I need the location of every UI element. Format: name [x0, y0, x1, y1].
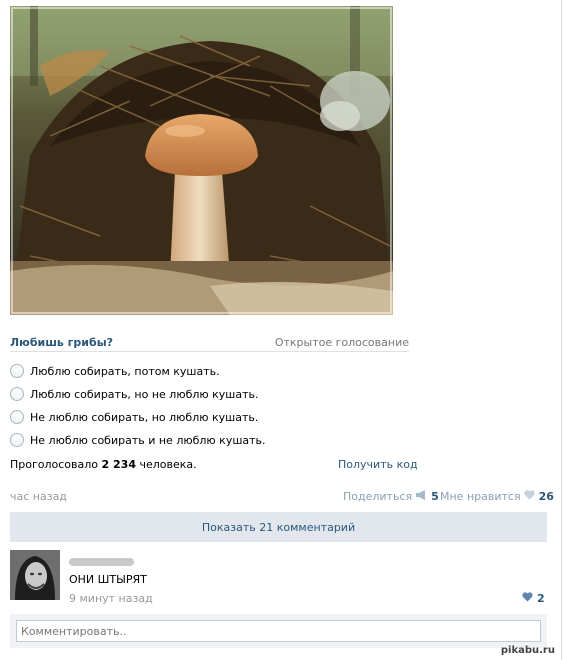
show-comments-button[interactable]: Показать 21 комментарий: [10, 512, 547, 542]
share-count: 5: [431, 490, 439, 503]
like-button[interactable]: Мне нравится 26: [440, 490, 554, 503]
comment-form: [10, 614, 547, 648]
voted-suffix: человека.: [139, 458, 197, 471]
poll-option-label: Не люблю собирать и не люблю кушать.: [30, 433, 266, 447]
mushroom-photo: [10, 6, 393, 315]
divider: [561, 0, 562, 660]
poll-header: Любишь грибы? Открытое голосование: [10, 335, 409, 352]
poll-option-label: Люблю собирать, потом кушать.: [30, 364, 220, 378]
post-time[interactable]: час назад: [10, 490, 67, 503]
watermark: pikabu.ru: [500, 645, 555, 656]
voted-number: 2 234: [101, 458, 136, 471]
like-label: Мне нравится: [440, 490, 521, 503]
radio-button[interactable]: [10, 433, 24, 447]
poll-option-4[interactable]: Не люблю собирать и не люблю кушать.: [10, 431, 266, 449]
megaphone-icon: [415, 490, 427, 503]
comment-input[interactable]: [16, 620, 541, 642]
poll-option-label: Люблю собирать, но не люблю кушать.: [30, 387, 259, 401]
poll-option-label: Не люблю собирать, но люблю кушать.: [30, 410, 259, 424]
voted-prefix: Проголосовало: [10, 458, 99, 471]
heart-icon: [522, 592, 533, 605]
share-button[interactable]: Поделиться 5: [343, 490, 439, 503]
poll-option-3[interactable]: Не люблю собирать, но люблю кушать.: [10, 408, 258, 426]
radio-button[interactable]: [10, 387, 24, 401]
like-count: 26: [538, 490, 554, 503]
radio-button[interactable]: [10, 364, 24, 378]
post-image[interactable]: [10, 6, 393, 315]
radio-button[interactable]: [10, 410, 24, 424]
poll-type-label: Открытое голосование: [274, 336, 409, 349]
comment-time[interactable]: 9 минут назад: [69, 592, 153, 605]
share-label: Поделиться: [343, 490, 413, 503]
poll-option-2[interactable]: Люблю собирать, но не люблю кушать.: [10, 385, 259, 403]
comment-text: ОНИ ШТЫРЯТ: [69, 573, 147, 586]
poll-option-1[interactable]: Люблю собирать, потом кушать.: [10, 362, 220, 380]
get-code-link[interactable]: Получить код: [338, 458, 418, 471]
heart-icon: [523, 490, 535, 503]
comment-like-button[interactable]: 2: [522, 592, 545, 605]
comment-like-count: 2: [537, 592, 545, 605]
comment-author-name-redacted[interactable]: [69, 558, 134, 566]
poll-vote-count: Проголосовало 2 234 человека.: [10, 458, 197, 471]
poll-title: Любишь грибы?: [10, 336, 114, 349]
avatar[interactable]: [10, 550, 60, 600]
